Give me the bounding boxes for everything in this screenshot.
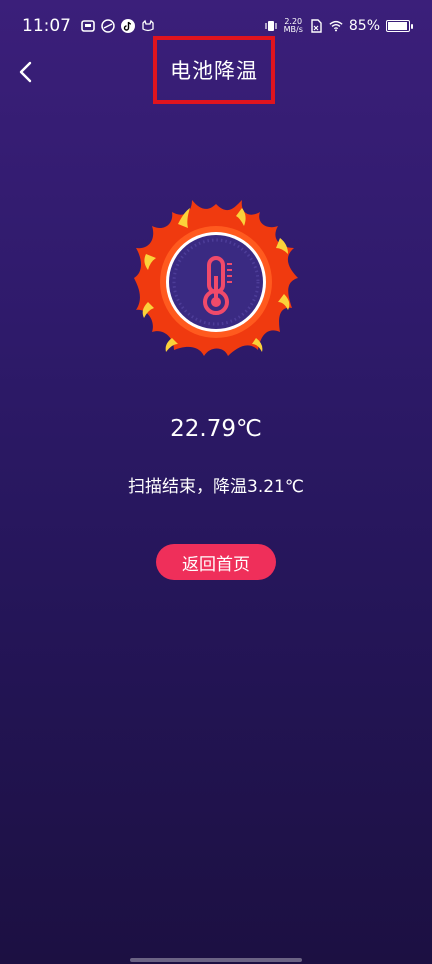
- sim-card-icon: [311, 19, 322, 33]
- return-home-button[interactable]: 返回首页: [156, 544, 276, 580]
- temperature-value: 22.79℃: [170, 416, 262, 442]
- wifi-icon: [329, 20, 343, 32]
- chevron-left-icon: [19, 61, 32, 83]
- battery-percent: 85%: [348, 18, 380, 34]
- battery-level-fill: [388, 22, 407, 30]
- status-left: 11:07: [22, 16, 155, 36]
- network-speed-unit: MB/s: [283, 25, 303, 34]
- status-time: 11:07: [22, 16, 71, 36]
- home-indicator[interactable]: [130, 958, 302, 962]
- page-title: 电池降温: [170, 59, 258, 83]
- back-button[interactable]: [8, 54, 44, 90]
- scan-result-text: 扫描结束，降温3.21℃: [128, 477, 304, 497]
- gallery-icon: [81, 20, 95, 32]
- battery-icon: [386, 20, 413, 32]
- status-right: 2.20 MB/s 85%: [264, 18, 413, 34]
- vibrate-icon: [265, 21, 277, 31]
- tiktok-icon: [121, 19, 135, 33]
- network-speed: 2.20 MB/s: [284, 18, 303, 34]
- page-title-highlight: 电池降温: [153, 36, 275, 104]
- app-notification-icon: [101, 19, 115, 33]
- cat-icon: [142, 19, 154, 32]
- flame-icon: [134, 200, 298, 356]
- cooling-illustration: [132, 198, 300, 358]
